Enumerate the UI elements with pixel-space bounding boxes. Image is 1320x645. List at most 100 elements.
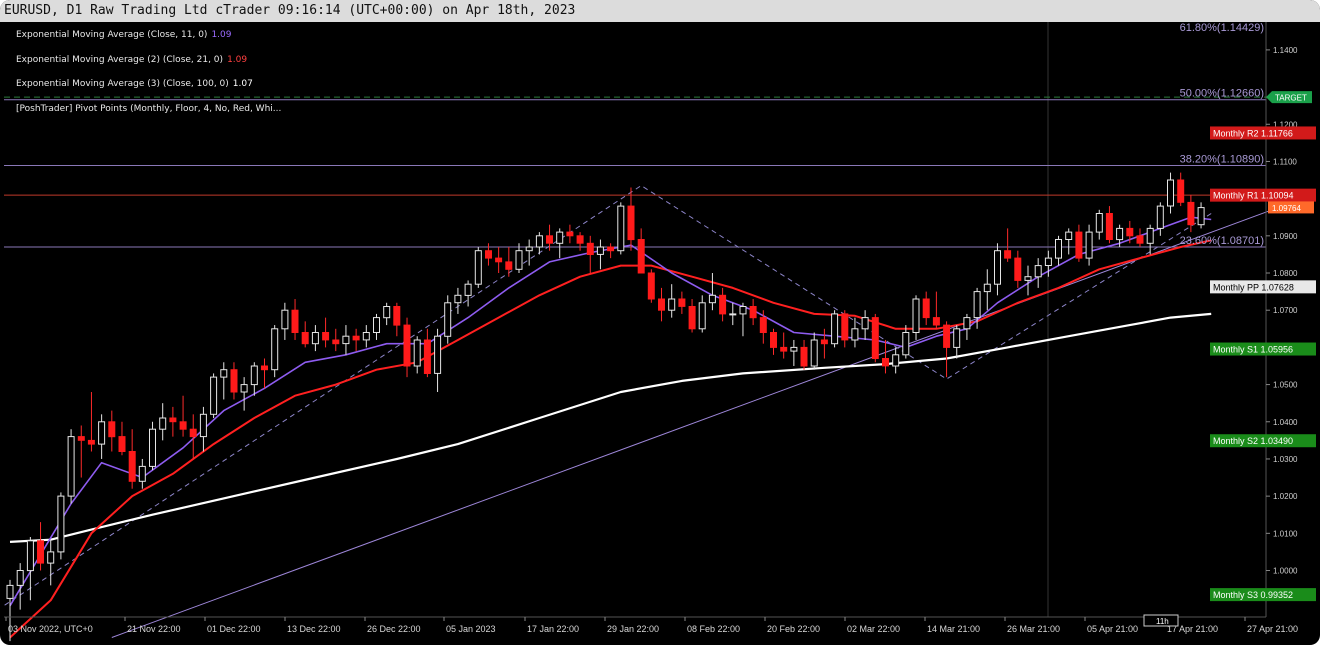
candle-bull <box>994 250 1001 285</box>
candle-bull <box>851 328 859 341</box>
indicator-label: [PoshTrader] Pivot Points (Monthly, Floo… <box>16 103 282 114</box>
candle-bear <box>1136 235 1144 244</box>
candle-bull <box>912 298 920 333</box>
time-hover-label: 11h <box>1156 617 1169 626</box>
indicator-value: 1.09 <box>211 30 232 40</box>
candle-bull <box>902 332 910 356</box>
candle-bear <box>841 313 849 341</box>
candle-bear <box>291 309 299 334</box>
candle-bull <box>210 376 218 415</box>
candle-bull <box>556 231 564 244</box>
candle-bear <box>759 317 767 334</box>
candle-bull <box>535 235 543 248</box>
candle-bull <box>729 313 737 316</box>
x-tick-label: 02 Mar 22:00 <box>847 624 900 634</box>
candle-bear <box>546 235 553 244</box>
y-tick-label: 1.0900 <box>1273 232 1298 241</box>
indicator-label: Exponential Moving Average (3) (Close, 1… <box>16 79 229 89</box>
target-label: TARGET <box>1275 94 1307 103</box>
candle-bear <box>922 298 930 319</box>
x-tick-label: 26 Dec 22:00 <box>367 624 421 634</box>
candle-bear <box>1075 231 1083 259</box>
candle-bull <box>831 313 839 345</box>
candle-bear <box>586 242 594 256</box>
candle-bull <box>281 309 289 330</box>
candle-bull <box>892 354 900 367</box>
indicator-legend: Exponential Moving Average (Close, 11, 0… <box>16 30 281 128</box>
candle-bull <box>159 417 167 430</box>
candle-bull <box>668 298 676 311</box>
y-tick-label: 1.0400 <box>1273 418 1298 427</box>
candle-bull <box>810 339 818 367</box>
candle-bull <box>1167 179 1174 207</box>
candle-bear <box>322 332 330 341</box>
y-tick-label: 1.1400 <box>1273 46 1298 55</box>
candle-bull <box>26 540 34 572</box>
pivot-label: Monthly S2 1.03490 <box>1210 434 1316 448</box>
indicator-ema-11[interactable]: Exponential Moving Average (Close, 11, 0… <box>16 30 281 55</box>
pivot-label: Monthly S3 0.99352 <box>1210 588 1316 602</box>
candle-bull <box>1055 239 1062 259</box>
ema-100-line <box>9 312 1212 543</box>
indicator-ema-21[interactable]: Exponential Moving Average (2) (Close, 2… <box>16 55 281 80</box>
pivot-label-text: Monthly S1 1.05956 <box>1213 345 1293 355</box>
candle-bear <box>882 358 889 367</box>
candle-bear <box>87 439 95 445</box>
candle-bear <box>108 421 116 438</box>
pivot-label-text: Monthly R2 1.11766 <box>1213 128 1293 138</box>
candle-bull <box>67 436 75 497</box>
chart-window: EURUSD, D1 Raw Trading Ltd cTrader 09:16… <box>0 0 1320 645</box>
pivot-label-text: Monthly S3 0.99352 <box>1213 590 1293 600</box>
candle-bear <box>230 369 238 393</box>
candle-bull <box>413 339 421 367</box>
candle-bear <box>1177 179 1185 203</box>
x-tick-label: 27 Apr 21:00 <box>1247 624 1298 634</box>
candle-bull <box>138 465 146 482</box>
candle-bull <box>963 317 971 330</box>
indicator-pivot-points[interactable]: [PoshTrader] Pivot Points (Monthly, Floo… <box>16 104 281 129</box>
x-tick-label: 20 Feb 22:00 <box>767 624 820 634</box>
candle-bear <box>688 306 696 330</box>
x-tick-label: 01 Dec 22:00 <box>207 624 261 634</box>
x-tick-label: 05 Jan 2023 <box>446 624 496 634</box>
candle-bear <box>505 261 513 270</box>
candle-bull <box>362 332 370 341</box>
candle-bull <box>973 291 981 319</box>
candle-bull <box>698 302 706 330</box>
indicator-ema-100[interactable]: Exponential Moving Average (3) (Close, 1… <box>16 79 281 104</box>
candle-bear <box>607 246 615 252</box>
candle-bear <box>749 306 757 319</box>
candle-bull <box>271 328 279 371</box>
candle-bear <box>932 317 940 326</box>
fib-level-label: 50.00%(1.12660) <box>1180 88 1264 100</box>
indicator-label: Exponential Moving Average (2) (Close, 2… <box>16 54 224 65</box>
indicator-value: 1.07 <box>232 79 253 89</box>
pivot-label: Monthly PP 1.07628 <box>1210 280 1316 294</box>
candle-bull <box>861 317 869 330</box>
candle-bull <box>149 428 156 467</box>
candle-bear <box>403 324 411 367</box>
chart-plot-area[interactable]: 1.1400 1.1200 1.1100 1.0900 1.0800 1.0700 1.05… <box>4 22 1316 642</box>
y-tick-label: 1.0500 <box>1273 381 1298 390</box>
candle-bull <box>983 283 991 293</box>
candle-bear <box>658 298 665 311</box>
candle-bull <box>342 335 350 345</box>
candle-bull <box>790 346 798 352</box>
candle-bear <box>179 421 187 430</box>
candle-bull <box>1146 227 1154 244</box>
candle-bear <box>627 205 635 241</box>
pivot-label: Monthly R2 1.11766 <box>1210 126 1316 140</box>
pivot-label: Monthly R1 1.10094 <box>1210 188 1316 202</box>
fib-level-label: 61.80%(1.14429) <box>1180 22 1264 34</box>
candle-bear <box>77 436 85 441</box>
candle-bear <box>1105 213 1113 240</box>
candle-bear <box>800 346 808 367</box>
x-tick-label: 26 Mar 21:00 <box>1007 624 1060 634</box>
candle-bull <box>515 250 523 270</box>
candle-bull <box>1065 231 1073 241</box>
x-tick-label: 03 Nov 2022, UTC+0 <box>8 624 93 634</box>
candle-bull <box>434 335 442 374</box>
candle-bear <box>820 339 828 345</box>
candle-bear <box>495 257 503 263</box>
fib-level-label: 38.20%(1.10890) <box>1180 154 1264 166</box>
